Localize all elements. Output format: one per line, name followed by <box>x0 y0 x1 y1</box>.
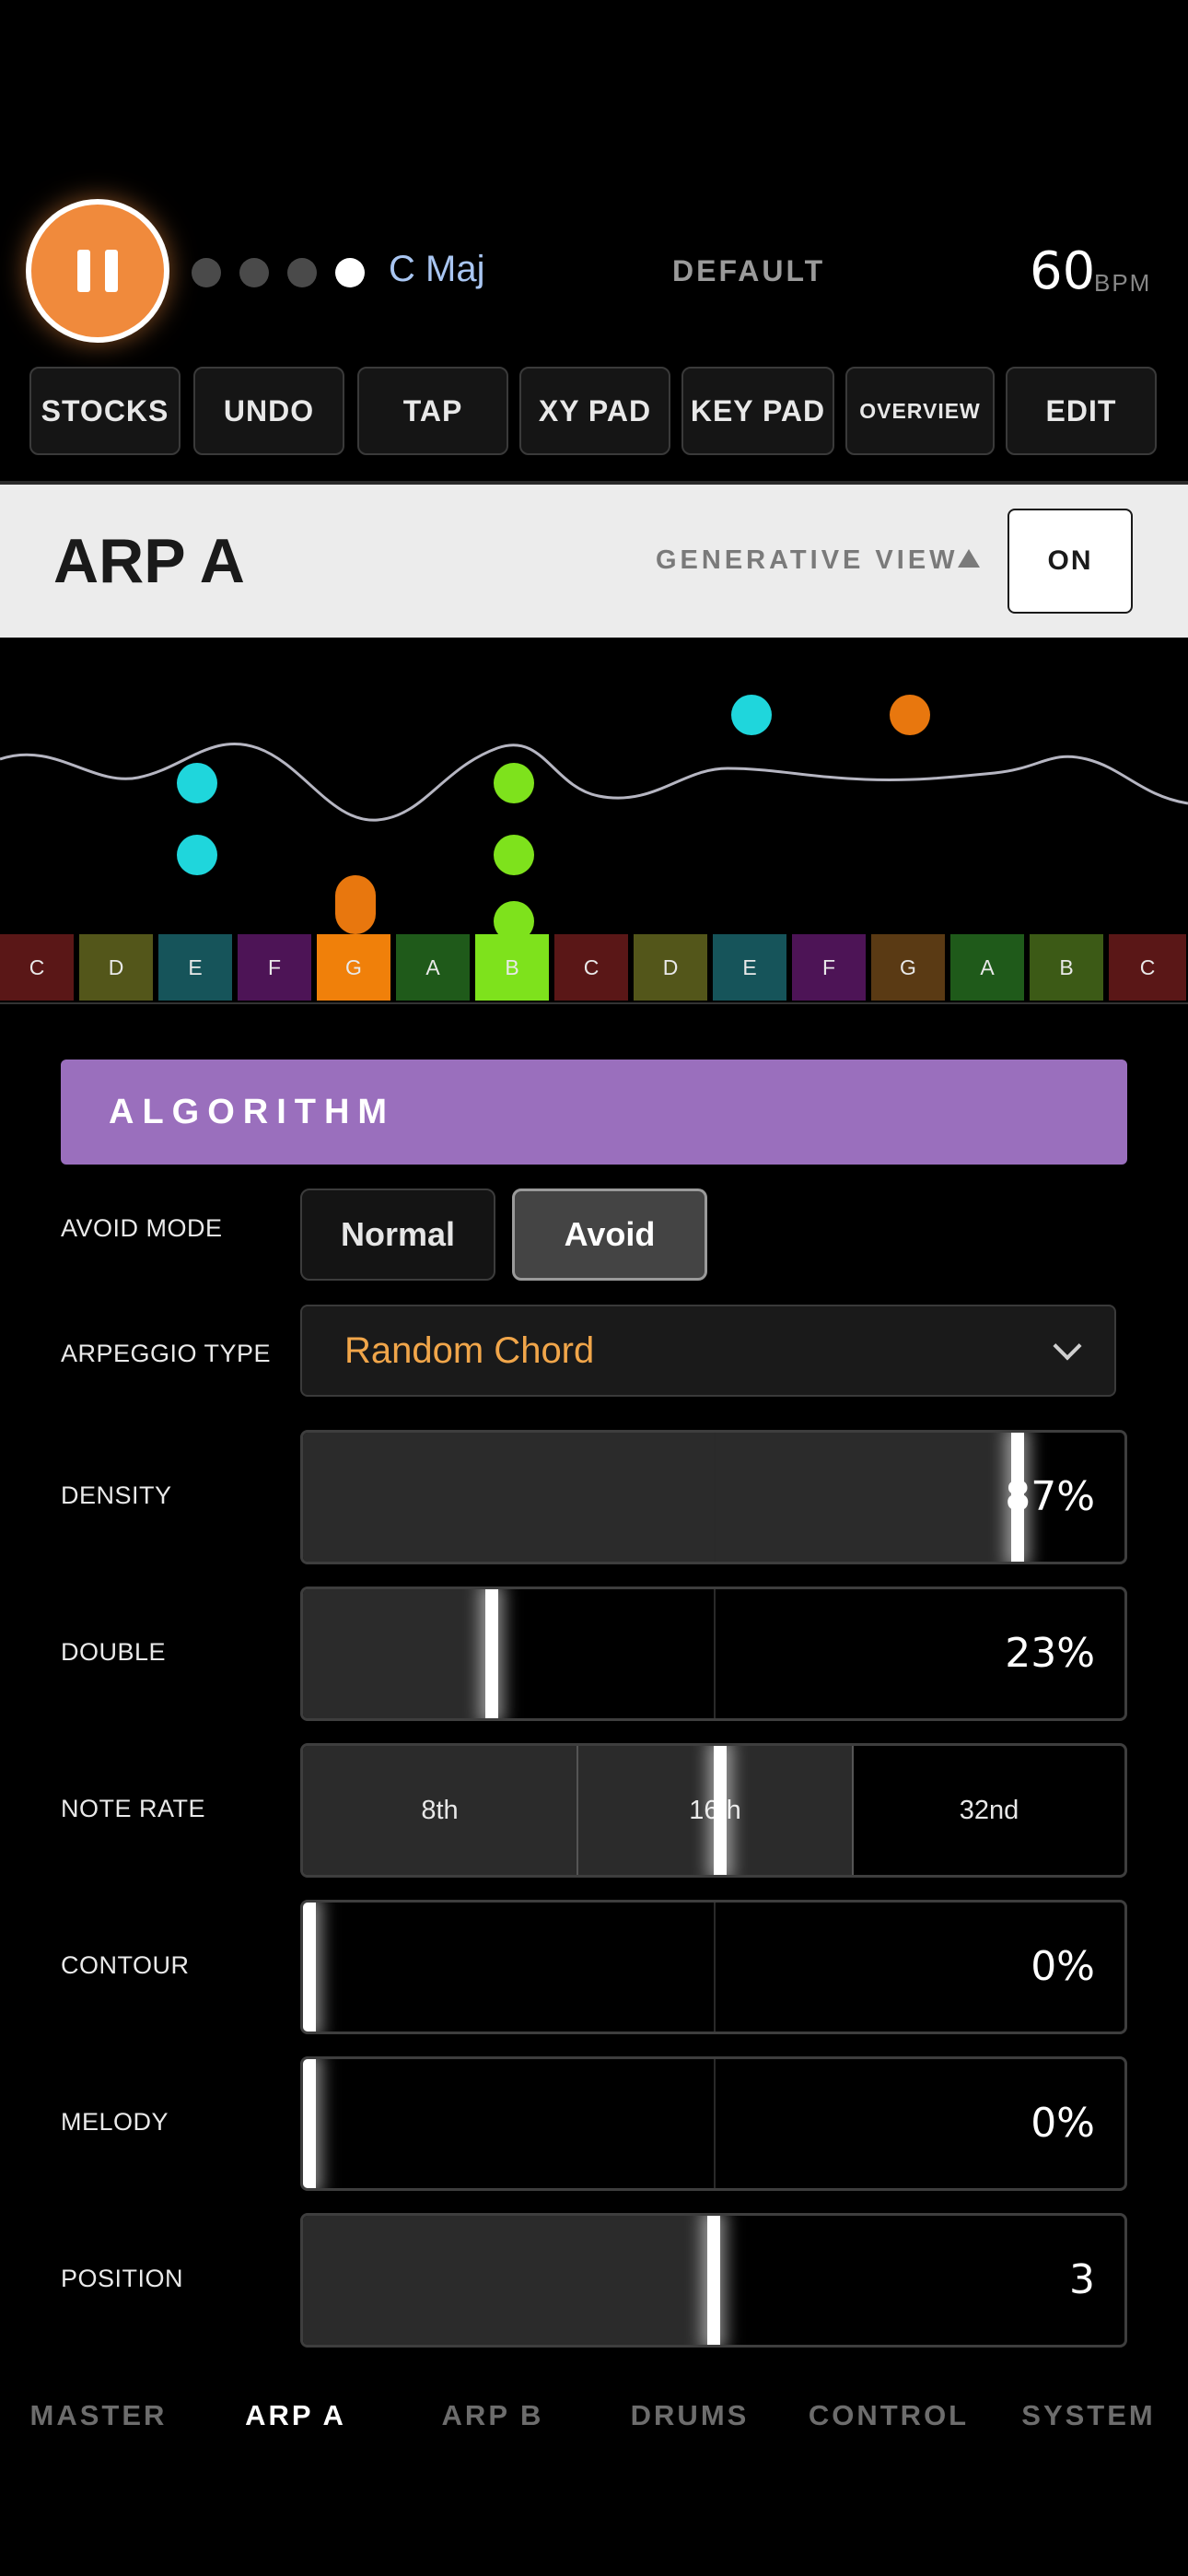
generative-view-toggle[interactable]: GENERATIVE VIEW <box>656 545 959 576</box>
slider-center-line <box>714 2059 716 2188</box>
nav-arp-b[interactable]: ARP B <box>394 2399 591 2432</box>
note-dot <box>177 763 217 803</box>
note-dot <box>494 835 534 875</box>
key-selector[interactable]: C Maj <box>389 249 484 290</box>
key-d[interactable]: D <box>79 934 155 1001</box>
edit-button[interactable]: EDIT <box>1006 367 1157 455</box>
slider-center-line <box>714 1903 716 2032</box>
preset-name[interactable]: DEFAULT <box>672 254 825 288</box>
generative-visualizer <box>0 695 1188 934</box>
key-e[interactable]: E <box>713 934 788 1001</box>
slider-fill <box>303 1433 1019 1562</box>
nav-system[interactable]: SYSTEM <box>989 2399 1188 2432</box>
arp-on-button[interactable]: ON <box>1007 509 1133 614</box>
key-f[interactable]: F <box>238 934 313 1001</box>
key-c[interactable]: C <box>0 934 76 1001</box>
double-label: DOUBLE <box>61 1638 167 1666</box>
overview-button[interactable]: OVERVIEW <box>845 367 995 455</box>
slider-handle[interactable] <box>485 1589 499 1718</box>
note-rate-selector[interactable]: 8th 16th 32nd <box>300 1743 1127 1878</box>
xy-pad-button[interactable]: XY PAD <box>519 367 670 455</box>
double-value: 23% <box>1005 1630 1095 1677</box>
note-rate-label: NOTE RATE <box>61 1795 206 1822</box>
nav-master[interactable]: MASTER <box>0 2399 197 2432</box>
note-dot <box>731 695 772 735</box>
pause-icon <box>77 250 118 292</box>
bpm-unit: BPM <box>1094 269 1152 297</box>
tap-button[interactable]: TAP <box>357 367 508 455</box>
contour-slider[interactable]: 0% <box>300 1900 1127 2034</box>
nav-arp-a[interactable]: ARP A <box>197 2399 394 2432</box>
triangle-up-icon[interactable] <box>958 549 980 568</box>
pattern-dot-1[interactable] <box>192 258 221 287</box>
slider-handle[interactable] <box>303 1903 316 2032</box>
key-a[interactable]: A <box>950 934 1026 1001</box>
slider-handle[interactable] <box>714 1746 727 1875</box>
slider-center-line <box>714 1433 716 1562</box>
contour-value: 0% <box>1031 1943 1095 1990</box>
play-pause-button[interactable] <box>26 199 169 343</box>
slider-handle[interactable] <box>707 2216 720 2345</box>
melody-value: 0% <box>1031 2100 1095 2147</box>
key-d[interactable]: D <box>634 934 709 1001</box>
stocks-button[interactable]: STOCKS <box>29 367 181 455</box>
note-dot <box>494 901 534 934</box>
position-slider[interactable]: 3 <box>300 2213 1127 2348</box>
nav-control[interactable]: CONTROL <box>788 2399 989 2432</box>
slider-fill <box>303 2216 714 2345</box>
position-value: 3 <box>1069 2256 1095 2303</box>
nav-drums[interactable]: DRUMS <box>591 2399 788 2432</box>
key-g[interactable]: G <box>317 934 392 1001</box>
contour-label: CONTOUR <box>61 1951 190 1979</box>
slider-fill <box>303 1589 493 1718</box>
undo-button[interactable]: UNDO <box>193 367 344 455</box>
note-rate-32nd[interactable]: 32nd <box>854 1746 1124 1875</box>
melody-slider[interactable]: 0% <box>300 2056 1127 2191</box>
key-pad-button[interactable]: KEY PAD <box>681 367 834 455</box>
note-rate-8th[interactable]: 8th <box>303 1746 578 1875</box>
density-label: DENSITY <box>61 1481 172 1509</box>
key-f[interactable]: F <box>792 934 868 1001</box>
avoid-mode-normal-button[interactable]: Normal <box>300 1188 495 1281</box>
bpm-value[interactable]: 60 <box>1030 241 1095 301</box>
key-b[interactable]: B <box>475 934 551 1001</box>
note-dot <box>890 695 930 735</box>
melody-label: MELODY <box>61 2108 169 2136</box>
key-c[interactable]: C <box>554 934 630 1001</box>
avoid-mode-label: AVOID MODE <box>61 1214 223 1242</box>
density-value: 87% <box>1005 1473 1095 1520</box>
key-c[interactable]: C <box>1109 934 1188 1001</box>
pattern-dot-4[interactable] <box>335 258 365 287</box>
density-slider[interactable]: 87% <box>300 1430 1127 1564</box>
chevron-down-icon <box>1053 1331 1082 1361</box>
note-dot <box>494 763 534 803</box>
note-dot <box>335 875 376 934</box>
key-a[interactable]: A <box>396 934 472 1001</box>
double-slider[interactable]: 23% <box>300 1587 1127 1721</box>
note-dot <box>177 835 217 875</box>
pattern-dot-2[interactable] <box>239 258 269 287</box>
key-g[interactable]: G <box>871 934 947 1001</box>
avoid-mode-avoid-button[interactable]: Avoid <box>512 1188 707 1281</box>
pattern-dot-3[interactable] <box>287 258 317 287</box>
page-title: ARP A <box>53 526 245 596</box>
slider-center-line <box>714 1589 716 1718</box>
slider-handle[interactable] <box>303 2059 316 2188</box>
position-label: POSITION <box>61 2265 184 2292</box>
key-b[interactable]: B <box>1030 934 1105 1001</box>
arpeggio-type-value: Random Chord <box>344 1329 595 1371</box>
divider <box>0 1002 1188 1004</box>
arpeggio-type-select[interactable]: Random Chord <box>300 1305 1116 1397</box>
key-e[interactable]: E <box>158 934 234 1001</box>
algorithm-section-header[interactable]: ALGORITHM <box>61 1060 1127 1165</box>
arpeggio-type-label: ARPEGGIO TYPE <box>61 1340 272 1367</box>
